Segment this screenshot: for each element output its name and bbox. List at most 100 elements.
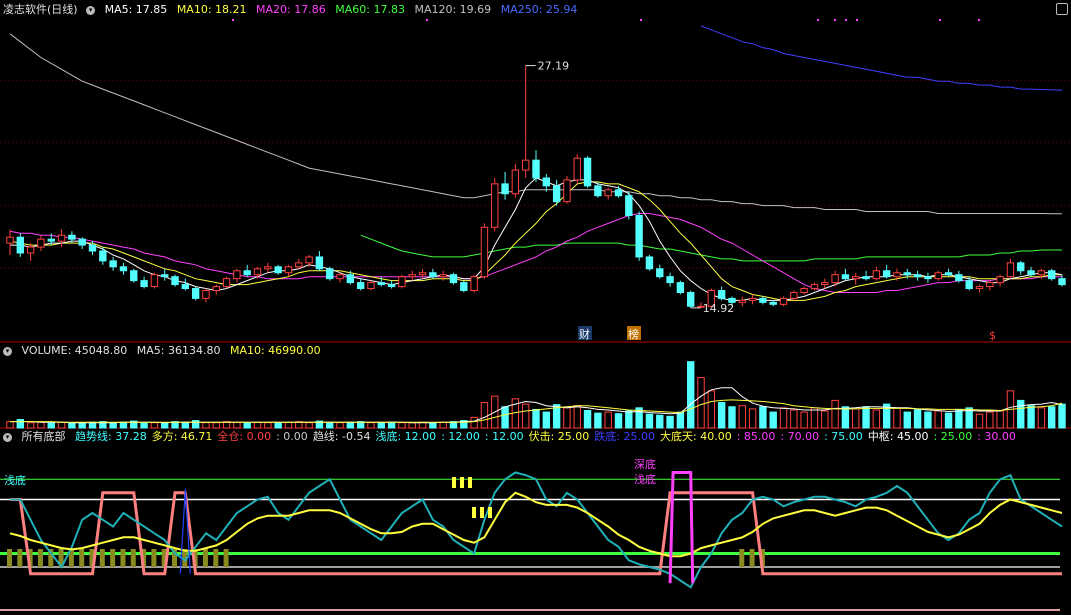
candle-body — [1027, 270, 1035, 276]
candle-body — [88, 244, 97, 252]
olive-bar — [79, 549, 85, 567]
candle-body — [480, 226, 489, 278]
candle-body — [449, 274, 458, 284]
candle-body — [779, 297, 788, 305]
candle-body — [191, 288, 200, 299]
candle-body — [470, 276, 478, 292]
candle-body — [233, 270, 241, 280]
candle-body — [336, 274, 344, 280]
volume-bar — [841, 406, 850, 429]
candle-body — [315, 256, 324, 270]
volume-bar — [326, 421, 334, 429]
volume-bar — [1047, 406, 1056, 429]
candle-body — [26, 246, 35, 254]
olive-bar — [99, 549, 105, 567]
candle-body — [222, 278, 231, 288]
candle-body — [790, 291, 798, 299]
candle-body — [439, 274, 447, 278]
candle-body — [604, 189, 612, 197]
ma250-line — [700, 25, 1063, 91]
candle-body — [418, 272, 427, 276]
volume-bar — [614, 413, 623, 429]
volume-bar — [367, 422, 375, 429]
volume-bar — [707, 390, 716, 429]
candle-body — [243, 270, 251, 276]
candle-body — [429, 272, 437, 278]
olive-bar — [749, 549, 755, 567]
candle-body — [398, 276, 406, 288]
volume-bar — [16, 419, 25, 429]
volume-bar — [47, 422, 55, 429]
candle-body — [305, 256, 313, 264]
candle-body — [717, 290, 726, 299]
volume-bar — [191, 420, 200, 429]
olive-bar — [17, 549, 23, 567]
volume-bar — [924, 411, 932, 429]
cyan-line — [10, 471, 1063, 589]
candle-body — [573, 157, 581, 181]
volume-bar — [594, 412, 602, 429]
candle-body — [78, 238, 86, 246]
candle-body — [68, 234, 76, 240]
price-chart: 27.19 14.92 财 榜 $ — [0, 19, 1071, 343]
candle-body — [810, 284, 819, 290]
signal-dot — [939, 19, 941, 21]
candle-body — [532, 159, 540, 179]
volume-bar — [243, 422, 251, 429]
volume-bar — [346, 421, 355, 429]
volume-bar — [57, 421, 66, 429]
volume-bar — [975, 413, 984, 429]
candle-body — [161, 274, 169, 278]
candle-body — [274, 266, 282, 274]
volume-bar — [676, 411, 685, 429]
candle-body — [893, 272, 901, 278]
candle-body — [57, 234, 66, 242]
volume-bar — [697, 377, 705, 429]
yellow-block-marker — [488, 507, 492, 518]
candle-body — [635, 214, 643, 258]
volume-bar — [800, 411, 808, 429]
volume-bar — [1037, 407, 1046, 429]
volume-bar — [6, 421, 14, 429]
candle-body — [903, 272, 911, 276]
candle-body — [965, 280, 973, 290]
candle-body — [326, 268, 334, 280]
volume-bar — [284, 421, 293, 429]
ma120-line — [9, 33, 1062, 215]
volume-bar — [398, 422, 406, 429]
volume-bar — [779, 407, 788, 429]
olive-bar — [37, 549, 43, 567]
volume-bar — [408, 422, 416, 429]
candle-body — [460, 282, 468, 292]
candle-body — [924, 276, 932, 280]
candle-body — [738, 299, 746, 303]
candle-body — [253, 268, 262, 276]
candle-body — [934, 272, 942, 280]
candle-body — [37, 238, 45, 248]
volume-bar — [831, 399, 839, 429]
volume-bar — [233, 421, 241, 429]
yellow-block-marker — [460, 477, 464, 488]
candle-body — [862, 276, 870, 280]
signal-dot — [426, 19, 428, 21]
volume-bar — [625, 410, 633, 429]
volume-bar — [862, 406, 870, 429]
candle-body — [831, 274, 839, 284]
signal-dot — [640, 19, 642, 21]
candle-body — [748, 297, 757, 301]
volume-bar — [656, 414, 664, 429]
volume-bar — [336, 422, 344, 429]
candle-body — [913, 274, 922, 278]
candle-body — [996, 276, 1004, 284]
volume-bar — [903, 411, 911, 429]
candle-body — [1037, 270, 1046, 276]
low-label: 14.92 — [703, 302, 735, 315]
candle-body — [882, 270, 891, 278]
candle-body — [264, 266, 272, 270]
candle-body — [872, 270, 881, 280]
yellow-block-marker — [472, 507, 476, 518]
cai-marker: 财 — [579, 327, 590, 341]
candle-body — [563, 179, 571, 203]
olive-bar — [223, 549, 229, 567]
qiandi-mid-label: 浅底 — [634, 472, 656, 486]
